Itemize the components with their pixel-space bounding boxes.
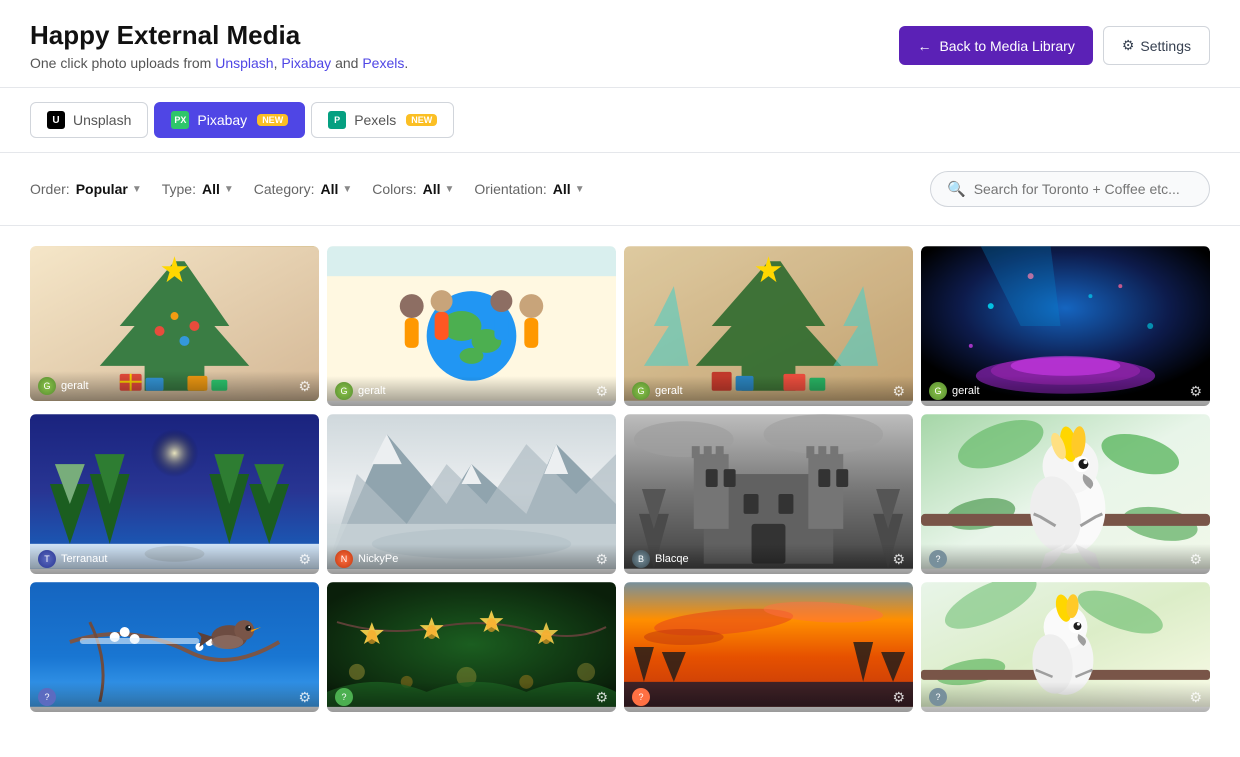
- photo-card[interactable]: G geralt ⚙: [327, 246, 616, 406]
- photo-options-icon[interactable]: ⚙: [298, 551, 311, 568]
- tab-unsplash[interactable]: U Unsplash: [30, 102, 148, 138]
- tab-pexels-label: Pexels: [354, 112, 396, 128]
- filter-type: Type: All ▼: [162, 181, 234, 197]
- tab-unsplash-label: Unsplash: [73, 112, 131, 128]
- order-dropdown[interactable]: Popular ▼: [76, 181, 142, 197]
- photo-options-icon[interactable]: ⚙: [1189, 383, 1202, 400]
- photo-author: G geralt: [335, 382, 386, 400]
- pexels-new-badge: NEW: [406, 114, 437, 126]
- avatar: ?: [929, 550, 947, 568]
- photo-options-icon[interactable]: ⚙: [1189, 689, 1202, 706]
- avatar: G: [38, 377, 56, 395]
- photo-row-2: T Terranaut ⚙: [30, 414, 1210, 574]
- pexels-icon: P: [328, 111, 346, 129]
- header: Happy External Media One click photo upl…: [0, 0, 1240, 88]
- tab-pixabay[interactable]: PX Pixabay NEW: [154, 102, 305, 138]
- photo-options-icon[interactable]: ⚙: [892, 689, 905, 706]
- chevron-down-icon: ▼: [224, 184, 234, 195]
- back-to-media-library-button[interactable]: ← Back to Media Library: [899, 26, 1092, 65]
- search-box[interactable]: 🔍: [930, 171, 1210, 207]
- orientation-dropdown[interactable]: All ▼: [553, 181, 585, 197]
- colors-dropdown[interactable]: All ▼: [423, 181, 455, 197]
- tab-pixabay-label: Pixabay: [197, 112, 247, 128]
- photo-card[interactable]: ? ⚙: [327, 582, 616, 712]
- photo-options-icon[interactable]: ⚙: [892, 383, 905, 400]
- search-input[interactable]: [974, 181, 1193, 197]
- photo-row-1: G geralt ⚙: [30, 246, 1210, 406]
- photo-author: ?: [929, 688, 947, 706]
- chevron-down-icon: ▼: [575, 184, 585, 195]
- avatar: N: [335, 550, 353, 568]
- chevron-down-icon: ▼: [342, 184, 352, 195]
- type-dropdown[interactable]: All ▼: [202, 181, 234, 197]
- tabs-bar: U Unsplash PX Pixabay NEW P Pexels NEW: [0, 88, 1240, 153]
- avatar: G: [632, 382, 650, 400]
- avatar: B: [632, 550, 650, 568]
- filters-bar: Order: Popular ▼ Type: All ▼ Category: A…: [0, 153, 1240, 226]
- pixabay-new-badge: NEW: [257, 114, 288, 126]
- photo-options-icon[interactable]: ⚙: [298, 689, 311, 706]
- photo-card[interactable]: T Terranaut ⚙: [30, 414, 319, 574]
- category-dropdown[interactable]: All ▼: [320, 181, 352, 197]
- photo-card[interactable]: ? ⚙: [624, 582, 913, 712]
- avatar: ?: [38, 688, 56, 706]
- photo-card[interactable]: G geralt ⚙: [30, 246, 319, 406]
- filter-category: Category: All ▼: [254, 181, 353, 197]
- photo-author: ?: [929, 550, 952, 568]
- pexels-link[interactable]: Pexels: [362, 55, 404, 71]
- photo-author: G geralt: [632, 382, 683, 400]
- photo-card[interactable]: ? ⚙: [921, 414, 1210, 574]
- photo-card[interactable]: G geralt ⚙: [624, 246, 913, 406]
- photo-author: ?: [632, 688, 650, 706]
- photo-card[interactable]: ? ⚙: [30, 582, 319, 712]
- photo-options-icon[interactable]: ⚙: [1189, 551, 1202, 568]
- avatar: ?: [929, 688, 947, 706]
- avatar: T: [38, 550, 56, 568]
- gear-icon: ⚙: [1122, 37, 1135, 54]
- tab-pexels[interactable]: P Pexels NEW: [311, 102, 454, 138]
- photo-row-3: ? ⚙: [30, 582, 1210, 712]
- photo-options-icon[interactable]: ⚙: [892, 551, 905, 568]
- photo-card[interactable]: G geralt ⚙: [921, 246, 1210, 406]
- filter-orientation: Orientation: All ▼: [474, 181, 584, 197]
- arrow-left-icon: ←: [917, 38, 931, 54]
- photo-author: G geralt: [38, 377, 89, 395]
- pixabay-link[interactable]: Pixabay: [281, 55, 331, 71]
- chevron-down-icon: ▼: [132, 184, 142, 195]
- filter-order: Order: Popular ▼: [30, 181, 142, 197]
- unsplash-icon: U: [47, 111, 65, 129]
- avatar: G: [335, 382, 353, 400]
- avatar: ?: [335, 688, 353, 706]
- photo-author: N NickyPe: [335, 550, 398, 568]
- header-actions: ← Back to Media Library ⚙ Settings: [899, 26, 1210, 65]
- photo-card[interactable]: ? ⚙: [921, 582, 1210, 712]
- header-subtitle: One click photo uploads from Unsplash, P…: [30, 55, 408, 71]
- photo-author: G geralt: [929, 382, 980, 400]
- avatar: ?: [632, 688, 650, 706]
- filter-colors: Colors: All ▼: [372, 181, 454, 197]
- pixabay-icon: PX: [171, 111, 189, 129]
- header-left: Happy External Media One click photo upl…: [30, 20, 408, 71]
- photo-card[interactable]: N NickyPe ⚙: [327, 414, 616, 574]
- avatar: G: [929, 382, 947, 400]
- unsplash-link[interactable]: Unsplash: [215, 55, 273, 71]
- search-icon: 🔍: [947, 180, 966, 198]
- photo-options-icon[interactable]: ⚙: [595, 689, 608, 706]
- photo-author: T Terranaut: [38, 550, 107, 568]
- photo-author: ?: [38, 688, 56, 706]
- photo-options-icon[interactable]: ⚙: [595, 383, 608, 400]
- photo-gallery: G geralt ⚙: [0, 226, 1240, 732]
- photo-card[interactable]: B Blacqe ⚙: [624, 414, 913, 574]
- settings-button[interactable]: ⚙ Settings: [1103, 26, 1210, 65]
- page-title: Happy External Media: [30, 20, 408, 51]
- photo-author: B Blacqe: [632, 550, 689, 568]
- photo-options-icon[interactable]: ⚙: [298, 378, 311, 395]
- photo-author: ?: [335, 688, 353, 706]
- chevron-down-icon: ▼: [445, 184, 455, 195]
- photo-options-icon[interactable]: ⚙: [595, 551, 608, 568]
